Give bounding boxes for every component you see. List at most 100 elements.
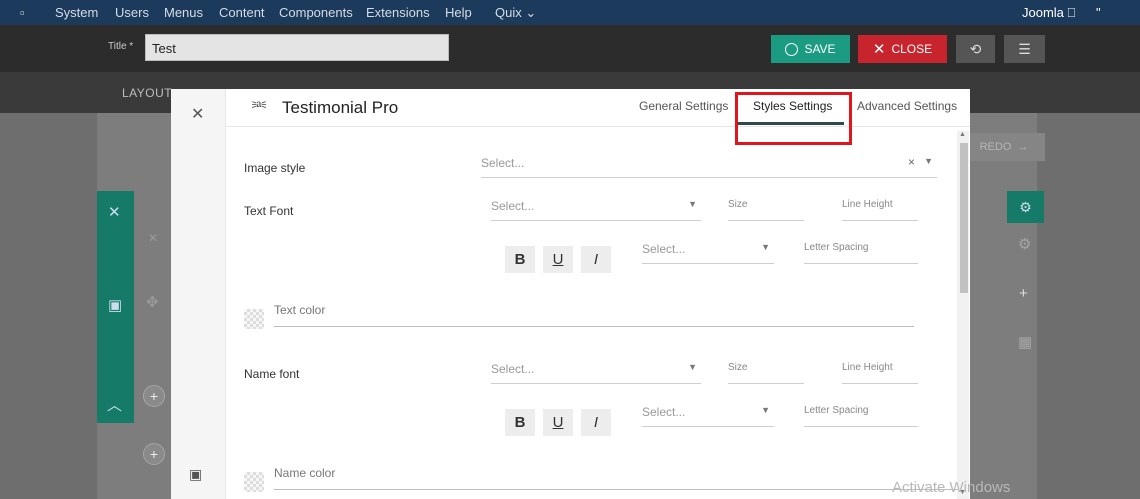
text-italic-button[interactable]: I	[581, 246, 611, 273]
close-icon: ✕	[872, 41, 886, 58]
name-bold-button[interactable]: B	[505, 409, 535, 436]
image-style-placeholder: Select...	[481, 156, 525, 170]
scroll-up-icon[interactable]: ▲	[959, 131, 966, 138]
redo-button[interactable]: REDO →	[963, 133, 1045, 161]
text-font-select[interactable]: Select... ▼	[491, 199, 701, 221]
save-icon[interactable]: ▣	[189, 466, 202, 483]
close-label: CLOSE	[891, 42, 933, 56]
name-color-swatch[interactable]	[244, 472, 264, 492]
name-letter-spacing-placeholder: Letter Spacing	[804, 405, 869, 416]
arrow-right-icon: →	[1017, 141, 1029, 153]
text-line-height-placeholder: Line Height	[842, 199, 893, 210]
chevron-down-icon: ▼	[924, 156, 933, 166]
plus-icon: +	[149, 446, 159, 462]
name-font-size-input[interactable]: Size	[728, 362, 804, 384]
tab-advanced-settings[interactable]: Advanced Settings	[857, 99, 957, 113]
menu-users[interactable]: Users	[115, 5, 149, 20]
activate-windows-watermark: Activate Windows	[892, 479, 1011, 496]
save-circle-icon	[785, 42, 799, 56]
name-underline-button[interactable]: U	[543, 409, 573, 436]
settings-button[interactable]: ⚙	[1007, 191, 1044, 223]
save-icon[interactable]: ▣	[108, 296, 122, 314]
clear-icon[interactable]: ×	[908, 155, 915, 169]
admin-menu-bar: ▫ System Users Menus Content Components …	[0, 0, 1140, 25]
element-settings-modal: ✕ ▣ ⎃ Testimonial Pro General Settings S…	[171, 89, 970, 499]
grid-icon: ▦	[1018, 334, 1033, 351]
plus-icon: +	[149, 388, 159, 404]
annotation-highlight-box	[735, 92, 852, 145]
text-color-input[interactable]: Text color	[274, 303, 914, 327]
refresh-icon: ⟲	[969, 40, 982, 57]
move-icon: ✥	[146, 294, 159, 311]
image-style-label: Image style	[244, 161, 306, 175]
title-input[interactable]: Test	[145, 34, 449, 61]
menu-menus[interactable]: Menus	[164, 5, 203, 20]
text-font-label: Text Font	[244, 204, 294, 218]
text-font-style-select[interactable]: Select... ▼	[642, 242, 774, 264]
modal-title: Testimonial Pro	[282, 98, 399, 117]
close-icon[interactable]: ✕	[108, 203, 121, 221]
name-font-select[interactable]: Select... ▼	[491, 362, 701, 384]
menu-help[interactable]: Help	[445, 5, 472, 20]
name-line-height-placeholder: Line Height	[842, 362, 893, 373]
image-style-select[interactable]: Select... × ▼	[481, 155, 937, 178]
name-font-style-placeholder: Select...	[642, 405, 686, 419]
text-letter-spacing-placeholder: Letter Spacing	[804, 242, 869, 253]
tab-general-settings[interactable]: General Settings	[639, 99, 728, 113]
redo-label: REDO	[979, 141, 1012, 153]
menu-system[interactable]: System	[55, 5, 98, 20]
plus-icon: +	[1019, 285, 1028, 302]
name-italic-button[interactable]: I	[581, 409, 611, 436]
close-button[interactable]: ✕ CLOSE	[858, 35, 947, 63]
site-link[interactable]: Joomla ⎕	[1022, 5, 1075, 21]
name-color-label: Name color	[274, 466, 336, 480]
text-bold-button[interactable]: B	[505, 246, 535, 273]
text-font-placeholder: Select...	[491, 199, 535, 213]
text-color-label: Text color	[274, 303, 326, 317]
user-menu[interactable]: "	[1096, 5, 1101, 20]
name-font-size-placeholder: Size	[728, 362, 748, 373]
tab-layout[interactable]: LAYOUT	[122, 86, 172, 100]
chevron-down-icon: ▼	[761, 405, 770, 415]
title-label: Title *	[108, 41, 134, 52]
text-font-size-placeholder: Size	[728, 199, 748, 210]
name-letter-spacing-input[interactable]: Letter Spacing	[804, 405, 918, 427]
modal-sidebar: ✕ ▣	[171, 89, 226, 499]
modal-header: ⎃ Testimonial Pro General Settings Style…	[226, 89, 970, 127]
menu-quix[interactable]: Quix ⌄	[495, 5, 536, 21]
menu-components[interactable]: Components	[279, 5, 353, 20]
menu-content[interactable]: Content	[219, 5, 265, 20]
scroll-thumb[interactable]	[960, 143, 968, 293]
gear-icon: ⚙	[1019, 198, 1032, 215]
name-color-input[interactable]: Name color	[274, 466, 958, 490]
add-section-button[interactable]: +	[143, 443, 165, 465]
modal-body: ▲ ▼ Image style Select... × ▼ Text Font …	[226, 127, 970, 499]
testimonial-icon: ⎃	[252, 98, 267, 117]
name-font-label: Name font	[244, 367, 300, 381]
save-button[interactable]: SAVE	[771, 35, 850, 63]
name-font-style-select[interactable]: Select... ▼	[642, 405, 774, 427]
text-color-swatch[interactable]	[244, 309, 264, 329]
hamburger-icon: ☰	[1018, 40, 1031, 57]
text-letter-spacing-input[interactable]: Letter Spacing	[804, 242, 918, 264]
chevron-up-icon[interactable]: ︿	[107, 394, 122, 415]
gear-icon: ⚙	[1018, 236, 1032, 253]
text-underline-button[interactable]: U	[543, 246, 573, 273]
text-font-style-placeholder: Select...	[642, 242, 686, 256]
close-icon: ✕	[148, 231, 159, 245]
close-icon[interactable]: ✕	[191, 104, 204, 124]
text-line-height-input[interactable]: Line Height	[842, 199, 918, 221]
editor-toolbar: Title * Test SAVE ✕ CLOSE ⟲ ☰	[0, 25, 1140, 72]
refresh-button[interactable]: ⟲	[956, 35, 995, 63]
text-font-size-input[interactable]: Size	[728, 199, 804, 221]
menu-extensions[interactable]: Extensions	[366, 5, 430, 20]
name-font-placeholder: Select...	[491, 362, 535, 376]
chevron-down-icon: ▼	[688, 362, 697, 372]
chevron-down-icon: ▼	[761, 242, 770, 252]
add-element-button[interactable]: +	[143, 385, 165, 407]
scrollbar[interactable]: ▲ ▼	[957, 131, 969, 499]
save-label: SAVE	[804, 42, 836, 56]
options-menu-button[interactable]: ☰	[1004, 35, 1045, 63]
name-line-height-input[interactable]: Line Height	[842, 362, 918, 384]
joomla-menu-icon[interactable]: ▫	[20, 5, 25, 20]
